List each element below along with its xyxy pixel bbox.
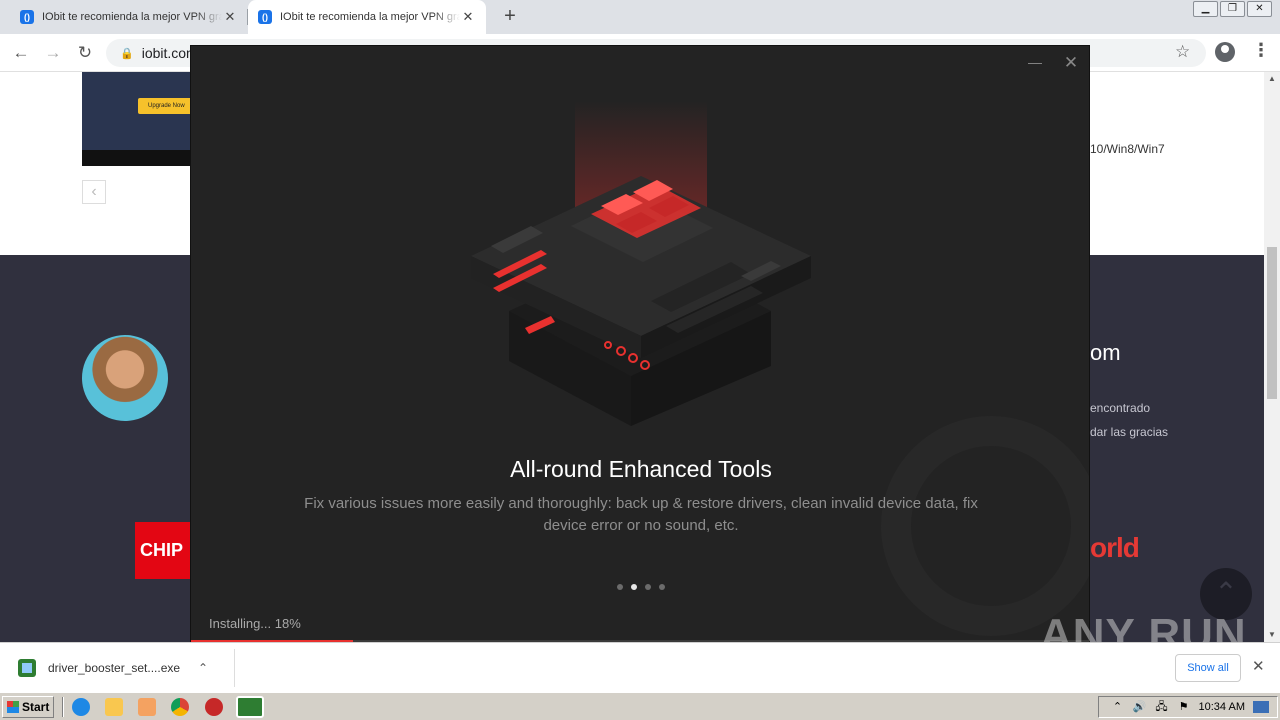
iobit-favicon-icon: () <box>258 10 272 24</box>
show-desktop-icon[interactable] <box>1253 701 1269 713</box>
carousel-dots <box>191 584 1089 590</box>
file-explorer-icon[interactable] <box>105 698 123 716</box>
chrome-icon[interactable] <box>171 698 189 716</box>
tray-expand-icon[interactable]: ⌃ <box>1111 700 1125 714</box>
scroll-up-arrow-icon[interactable]: ▲ <box>1264 72 1280 86</box>
clock: 10:34 AM <box>1198 701 1245 713</box>
tab-title: IObit te recomienda la mejor VPN gratis <box>280 11 460 23</box>
page-scrollbar[interactable]: ▲ ▼ <box>1264 72 1280 642</box>
volume-icon[interactable]: 🔊 <box>1133 700 1147 714</box>
windows-taskbar: Start ⌃ 🔊 🖧 ⚑ 10:34 AM <box>0 692 1280 720</box>
opera-icon[interactable] <box>205 698 223 716</box>
download-shelf: driver_booster_set....exe ⌃ Show all ✕ <box>0 642 1280 692</box>
forward-button[interactable]: → <box>40 40 66 66</box>
start-label: Start <box>22 700 50 714</box>
start-button[interactable]: Start <box>2 696 54 718</box>
media-player-icon[interactable] <box>138 698 156 716</box>
chevron-up-icon[interactable]: ⌃ <box>198 661 208 675</box>
tab-close-icon[interactable]: ✕ <box>222 9 238 25</box>
back-button[interactable]: ← <box>8 40 34 66</box>
world-logo: orld <box>1090 532 1140 563</box>
profile-avatar-icon[interactable] <box>1215 42 1235 62</box>
system-tray: ⌃ 🔊 🖧 ⚑ 10:34 AM <box>1098 696 1278 718</box>
installer-minimize-button[interactable]: — <box>1025 54 1045 74</box>
review-text-line: encontrado <box>1090 401 1151 415</box>
browser-tab-2-active[interactable]: () IObit te recomienda la mejor VPN grat… <box>248 0 486 34</box>
new-tab-button[interactable]: + <box>498 4 522 28</box>
window-close-button[interactable]: ✕ <box>1247 1 1272 17</box>
carousel-dot[interactable] <box>659 584 665 590</box>
installer-task-icon[interactable] <box>236 696 264 718</box>
carousel-prev-button[interactable]: ‹ <box>82 180 106 204</box>
window-controls: ▁ ❐ ✕ <box>1191 1 1272 17</box>
windows-logo-icon <box>7 701 19 713</box>
lock-icon: 🔒 <box>120 47 134 60</box>
action-center-flag-icon[interactable]: ⚑ <box>1177 700 1191 714</box>
driver-booster-installer-window: — ✕ All-round Enhanced Tools Fix various… <box>190 45 1090 645</box>
tab-title: IObit te recomienda la mejor VPN gratis <box>42 11 222 23</box>
show-all-button[interactable]: Show all <box>1175 654 1241 682</box>
window-minimize-button[interactable]: ▁ <box>1193 1 1218 17</box>
window-restore-button[interactable]: ❐ <box>1220 1 1245 17</box>
browser-tab-1[interactable]: () IObit te recomienda la mejor VPN grat… <box>10 0 248 34</box>
iobit-favicon-icon: () <box>20 10 34 24</box>
review-title: om <box>1090 340 1121 365</box>
review-text-line: dar las gracias <box>1090 425 1169 439</box>
tab-close-icon[interactable]: ✕ <box>460 9 476 25</box>
taskbar-separator <box>62 697 64 717</box>
upgrade-now-button: Upgrade Now <box>138 98 192 114</box>
network-icon[interactable]: 🖧 <box>1155 700 1169 714</box>
slide-title: All-round Enhanced Tools <box>510 456 772 482</box>
installing-status: Installing... 18% <box>209 616 301 631</box>
reviewer-avatar <box>82 335 168 421</box>
os-compat-label: 10/Win8/Win7 <box>1090 142 1165 156</box>
installer-file-icon <box>18 659 36 677</box>
reload-button[interactable]: ↻ <box>72 40 98 66</box>
carousel-dot[interactable] <box>631 584 637 590</box>
screenshot-thumbnail: Upgrade Now <box>82 72 192 166</box>
browser-tab-strip: () IObit te recomienda la mejor VPN grat… <box>0 0 1280 34</box>
carousel-dot[interactable] <box>617 584 623 590</box>
enhanced-tools-illustration <box>471 101 811 426</box>
scroll-down-arrow-icon[interactable]: ▼ <box>1264 628 1280 642</box>
browser-menu-icon[interactable]: ⋮ <box>1252 40 1270 61</box>
chip-logo: CHIP <box>135 522 191 579</box>
internet-explorer-icon[interactable] <box>72 698 90 716</box>
close-download-shelf-icon[interactable]: ✕ <box>1252 657 1265 675</box>
installer-close-button[interactable]: ✕ <box>1061 53 1081 73</box>
download-item[interactable]: driver_booster_set....exe ⌃ <box>10 649 235 687</box>
slide-description: Fix various issues more easily and thoro… <box>304 495 978 534</box>
download-file-name: driver_booster_set....exe <box>48 661 181 675</box>
scroll-thumb[interactable] <box>1267 247 1277 399</box>
bookmark-star-icon[interactable]: ☆ <box>1175 42 1190 62</box>
carousel-dot[interactable] <box>645 584 651 590</box>
thumbnail-taskbar <box>82 150 192 166</box>
